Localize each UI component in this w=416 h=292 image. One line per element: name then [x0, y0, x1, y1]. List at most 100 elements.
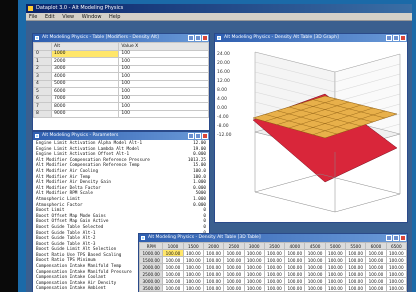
grid-cell[interactable]: 100.00	[345, 256, 367, 264]
grid-cell[interactable]: 100.00	[345, 263, 367, 271]
maximize-icon[interactable]	[393, 235, 399, 241]
grid-cell[interactable]: 100.00	[284, 284, 306, 292]
grid-cell[interactable]: 100.00	[202, 249, 225, 257]
table-cell[interactable]: 4000	[50, 72, 120, 81]
table-row[interactable]: 1 2000 100	[33, 57, 209, 66]
close-icon[interactable]	[202, 35, 208, 41]
grid-cell[interactable]: 100.00	[365, 284, 387, 292]
grid-cell[interactable]: 100.00	[263, 284, 286, 292]
grid-cell[interactable]: 100.00	[182, 277, 204, 285]
close-icon[interactable]	[400, 235, 406, 241]
minimize-icon[interactable]	[188, 35, 194, 41]
grid-row[interactable]: 1000.00 100.00 100.00 100.00 100.00 100.00 100…	[139, 249, 407, 257]
grid-cell[interactable]: 100.00	[324, 256, 347, 264]
grid-cell[interactable]: 100.00	[162, 284, 184, 292]
grid-cell[interactable]: 100.00	[324, 249, 347, 257]
grid-cell[interactable]: 100.00	[263, 270, 286, 278]
grid-cell[interactable]: 100.00	[182, 249, 204, 257]
grid-cell[interactable]: 100.00	[385, 277, 407, 285]
grid-cell[interactable]: 100.00	[304, 277, 326, 285]
grid-cell[interactable]: 100.00	[345, 249, 367, 257]
grid-cell[interactable]: 100.00	[182, 256, 204, 264]
table-window-title-bar[interactable]: Alt Modeling Physics - Table [Modifiers …	[33, 34, 209, 42]
graph-window-title-bar[interactable]: Alt Modeling Physics - Density Alt Table…	[215, 34, 407, 42]
table-row[interactable]: 4 5000 100	[33, 79, 209, 88]
grid-cell[interactable]: 100.00	[223, 277, 245, 285]
menu-item-help[interactable]: Help	[109, 14, 120, 20]
table-cell[interactable]: 3000	[50, 64, 120, 73]
close-icon[interactable]	[202, 133, 208, 139]
grid-cell[interactable]: 100.00	[385, 256, 407, 264]
grid-cell[interactable]: 100.00	[324, 284, 347, 292]
table-cell[interactable]: 100	[118, 109, 209, 118]
grid-cell[interactable]: 100.00	[324, 277, 347, 285]
grid-cell[interactable]: 100.00	[162, 263, 184, 271]
grid-cell[interactable]: 100.00	[162, 270, 184, 278]
table-cell[interactable]: 1000	[50, 49, 120, 58]
grid-cell[interactable]: 100.00	[304, 256, 326, 264]
table-row[interactable]: 6 7000 100	[33, 94, 209, 103]
menu-item-edit[interactable]: Edit	[45, 14, 55, 20]
table-cell[interactable]: 2000	[50, 57, 120, 66]
table-cell[interactable]: 6000	[50, 87, 120, 96]
minimize-icon[interactable]	[386, 35, 392, 41]
maximize-icon[interactable]	[195, 35, 201, 41]
grid-cell[interactable]: 100.00	[345, 270, 367, 278]
grid-cell[interactable]: 100.00	[223, 256, 245, 264]
grid-cell[interactable]: 100.00	[202, 263, 225, 271]
grid-cell[interactable]: 100.00	[243, 263, 265, 271]
grid-cell[interactable]: 100.00	[162, 249, 184, 257]
grid-cell[interactable]: 100.00	[202, 277, 225, 285]
grid-cell[interactable]: 100.00	[182, 263, 204, 271]
graph-plot-area[interactable]: 24.00 20.00 16.00 12.00 8.00 4.00 0.00 -4.00 -8.…	[215, 42, 407, 222]
grid-cell[interactable]: 100.00	[324, 263, 347, 271]
grid-cell[interactable]: 100.00	[162, 277, 184, 285]
table-row[interactable]: 3 4000 100	[33, 72, 209, 81]
grid-cell[interactable]: 100.00	[162, 256, 184, 264]
grid-cell[interactable]: 100.00	[365, 277, 387, 285]
grid-cell[interactable]: 100.00	[304, 249, 326, 257]
grid-cell[interactable]: 100.00	[345, 277, 367, 285]
table-cell[interactable]: 100	[118, 57, 209, 66]
maximize-icon[interactable]	[393, 35, 399, 41]
grid-cell[interactable]: 100.00	[324, 270, 347, 278]
table-cell[interactable]: 8000	[50, 102, 120, 111]
grid-cell[interactable]: 100.00	[263, 256, 286, 264]
grid-cell[interactable]: 100.00	[365, 249, 387, 257]
grid-cell[interactable]: 100.00	[223, 270, 245, 278]
grid-cell[interactable]: 100.00	[284, 277, 306, 285]
table-row[interactable]: 7 8000 100	[33, 102, 209, 111]
grid-cell[interactable]: 100.00	[223, 263, 245, 271]
grid-cell[interactable]: 100.00	[243, 270, 265, 278]
grid-cell[interactable]: 100.00	[243, 256, 265, 264]
grid-row[interactable]: 2500.00 100.00 100.00 100.00 100.00 100.00 100…	[139, 270, 407, 278]
table-cell[interactable]: 100	[118, 102, 209, 111]
table-row[interactable]: 2 3000 100	[33, 64, 209, 73]
table-cell[interactable]: 100	[118, 87, 209, 96]
grid-cell[interactable]: 100.00	[202, 256, 225, 264]
grid-cell[interactable]: 100.00	[385, 249, 407, 257]
grid-cell[interactable]: 100.00	[263, 277, 286, 285]
grid-cell[interactable]: 100.00	[263, 263, 286, 271]
grid-cell[interactable]: 100.00	[223, 249, 245, 257]
table-row[interactable]: 0 1000 100	[33, 49, 209, 58]
grid-cell[interactable]: 100.00	[284, 249, 306, 257]
grid-cell[interactable]: 100.00	[385, 270, 407, 278]
grid-row[interactable]: 2000.00 100.00 100.00 100.00 100.00 100.00 100…	[139, 263, 407, 271]
grid-cell[interactable]: 100.00	[304, 270, 326, 278]
grid-cell[interactable]: 100.00	[365, 256, 387, 264]
close-icon[interactable]	[400, 35, 406, 41]
grid-cell[interactable]: 100.00	[243, 284, 265, 292]
grid-cell[interactable]: 100.00	[243, 277, 265, 285]
grid-cell[interactable]: 100.00	[365, 270, 387, 278]
table-cell[interactable]: 100	[118, 94, 209, 103]
surface-plot[interactable]: 24.00 20.00 16.00 12.00 8.00 4.00 0.00 -4.00 -8.…	[215, 42, 407, 222]
grid-cell[interactable]: 100.00	[284, 263, 306, 271]
grid-cell[interactable]: 100.00	[263, 249, 286, 257]
grid-cell[interactable]: 100.00	[202, 270, 225, 278]
grid-cell[interactable]: 100.00	[223, 284, 245, 292]
grid-cell[interactable]: 100.00	[182, 284, 204, 292]
table-cell[interactable]: 100	[118, 72, 209, 81]
grid-cell[interactable]: 100.00	[202, 284, 225, 292]
grid-row[interactable]: 3000.00 100.00 100.00 100.00 100.00 100.00 100…	[139, 277, 407, 285]
